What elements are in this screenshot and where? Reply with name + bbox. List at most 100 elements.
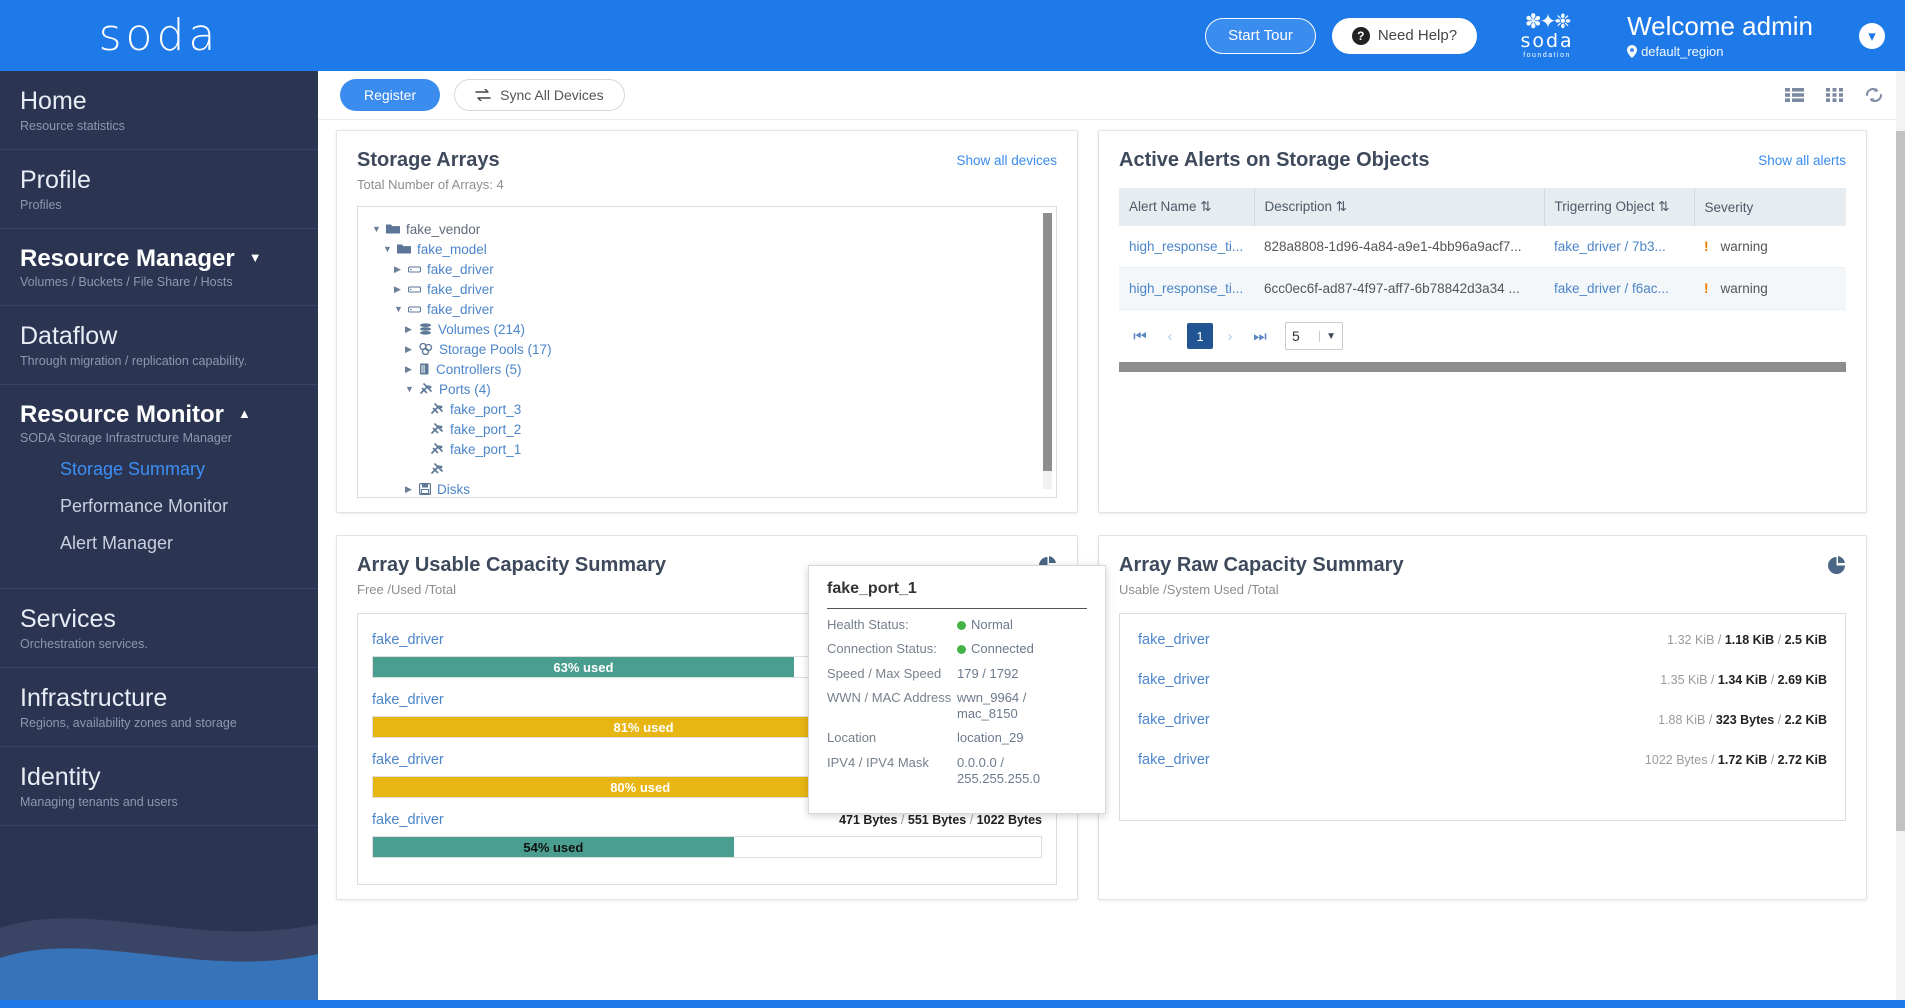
tree-node[interactable]: ▼ fake_driver — [368, 299, 1056, 319]
caret-down-icon[interactable]: ▼ — [394, 304, 408, 314]
tree-node[interactable]: ▼ fake_vendor — [368, 219, 1056, 239]
page-scrollbar[interactable] — [1896, 71, 1905, 1008]
chevron-up-icon[interactable]: ▲ — [238, 406, 251, 422]
array-name-link[interactable]: fake_driver — [372, 632, 444, 648]
brand-logo[interactable]: soda — [0, 0, 318, 71]
caret-right-icon[interactable]: ▶ — [394, 284, 408, 295]
need-help-button[interactable]: ? Need Help? — [1331, 17, 1478, 54]
sort-icon[interactable]: ⇅ — [1658, 199, 1669, 214]
wave-svg — [0, 918, 318, 1008]
pagination-first-button[interactable]: ⏮ — [1127, 323, 1153, 349]
grid-view-icon[interactable] — [1826, 87, 1843, 103]
sidebar-submenu-resource-monitor: Storage Summary Performance Monitor Alert … — [20, 445, 318, 572]
tree-node[interactable]: fake_port_1 — [368, 439, 1056, 459]
tree-scrollbar-thumb[interactable] — [1043, 213, 1052, 471]
tree-node[interactable]: ▶ Controllers (5) — [368, 359, 1056, 379]
progress-label: 63% used — [553, 659, 614, 675]
column-header-description[interactable]: Description ⇅ — [1254, 188, 1545, 226]
alert-name-link[interactable]: high_response_ti... — [1129, 281, 1243, 296]
sidebar-item-sublabel: Volumes / Buckets / File Share / Hosts — [20, 275, 233, 290]
caret-down-icon[interactable]: ▼ — [405, 384, 419, 394]
tree-node[interactable]: ▶ Volumes (214) — [368, 319, 1056, 339]
tree-node[interactable]: ▼ Ports (4) — [368, 379, 1056, 399]
column-header-alert-name[interactable]: Alert Name ⇅ — [1119, 188, 1255, 226]
page-size-select[interactable]: 5 ▼ — [1285, 322, 1343, 350]
array-name-link[interactable]: fake_driver — [1138, 672, 1210, 688]
pagination-page-1[interactable]: 1 — [1187, 323, 1213, 349]
tooltip-key: Connection Status: — [827, 641, 937, 657]
sidebar-item-services[interactable]: Services Orchestration services. — [0, 589, 318, 669]
caret-down-icon[interactable]: ▼ — [383, 244, 397, 254]
status-badge: warning — [1720, 239, 1768, 254]
toolbar-view-controls — [1785, 87, 1883, 103]
sidebar-item-dataflow[interactable]: Dataflow Through migration / replication … — [0, 306, 318, 385]
tooltip-row: Speed / Max Speed 179 / 1792 — [827, 658, 1087, 682]
tree-node[interactable]: ▶ Disks — [368, 479, 1056, 497]
array-name-link[interactable]: fake_driver — [372, 692, 444, 708]
column-header-triggering-object[interactable]: Trigerring Object ⇅ — [1544, 188, 1695, 226]
chevron-down-icon[interactable]: ▼ — [1319, 330, 1336, 342]
sidebar-item-profile[interactable]: Profile Profiles — [0, 150, 318, 229]
refresh-icon[interactable] — [1865, 87, 1883, 103]
caret-right-icon[interactable]: ▶ — [405, 324, 419, 335]
capacity-values: 1022 Bytes / 1.72 KiB / 2.72 KiB — [1644, 753, 1827, 767]
controllers-icon — [419, 363, 430, 375]
caret-down-icon[interactable]: ▼ — [372, 224, 386, 234]
tooltip-rows: Health Status: Normal Connection Status: Co… — [827, 609, 1087, 787]
sidebar-item-infrastructure[interactable]: Infrastructure Regions, availability zone… — [0, 668, 318, 747]
tree-node[interactable]: ▶ fake_driver — [368, 279, 1056, 299]
sidebar-item-label: Resource Monitor ▲ — [20, 400, 251, 428]
pagination-next-button[interactable]: › — [1217, 323, 1243, 349]
sidebar-item-identity[interactable]: Identity Managing tenants and users — [0, 747, 318, 826]
pagination-prev-button[interactable]: ‹ — [1157, 323, 1183, 349]
tooltip-row: WWN / MAC Address wwn_9964 / mac_8150 — [827, 682, 1087, 723]
caret-right-icon[interactable]: ▶ — [405, 344, 419, 355]
user-welcome: Welcome admin default_region — [1627, 10, 1813, 59]
caret-right-icon[interactable]: ▶ — [394, 264, 408, 275]
column-header-severity[interactable]: Severity — [1694, 188, 1846, 226]
tree-node[interactable]: ▼ fake_model — [368, 239, 1056, 259]
port-icon — [430, 423, 444, 435]
page-scrollbar-thumb[interactable] — [1896, 131, 1905, 831]
list-view-icon[interactable] — [1785, 87, 1804, 103]
sidebar-item-resource-manager[interactable]: Resource Manager ▼ Volumes / Buckets / Fil… — [0, 229, 318, 307]
sync-all-devices-button[interactable]: Sync All Devices — [454, 79, 625, 111]
sidebar-item-home[interactable]: Home Resource statistics — [0, 71, 318, 150]
alert-name-link[interactable]: high_response_ti... — [1129, 239, 1243, 254]
pie-chart-icon[interactable] — [1827, 556, 1846, 580]
app-header: soda Start Tour ? Need Help? ✽✦❉ soda fo… — [0, 0, 1905, 71]
sidebar-item-resource-monitor[interactable]: Resource Monitor ▲ SODA Storage Infrastruc… — [0, 385, 318, 590]
pagination-last-button[interactable]: ⏭ — [1247, 323, 1273, 349]
tree-node[interactable]: ▶ fake_driver — [368, 259, 1056, 279]
tooltip-value: location_29 — [957, 730, 1024, 746]
tree-node[interactable] — [368, 459, 1056, 479]
array-name-link[interactable]: fake_driver — [1138, 632, 1210, 648]
tree-node[interactable]: fake_port_3 — [368, 399, 1056, 419]
register-button[interactable]: Register — [340, 79, 441, 111]
tree-node[interactable]: fake_port_2 — [368, 419, 1056, 439]
array-name-link[interactable]: fake_driver — [1138, 712, 1210, 728]
array-name-link[interactable]: fake_driver — [1138, 752, 1210, 768]
caret-right-icon[interactable]: ▶ — [405, 484, 419, 495]
list-item: fake_driver 1.35 KiB / 1.34 KiB / 2.69 Ki… — [1134, 660, 1831, 700]
user-menu-chevron-down-icon[interactable]: ▾ — [1859, 22, 1885, 49]
chevron-down-icon[interactable]: ▼ — [249, 250, 262, 266]
sidebar-item-performance-monitor[interactable]: Performance Monitor — [20, 488, 318, 525]
tree-scrollbar[interactable] — [1043, 213, 1052, 489]
sidebar-item-storage-summary[interactable]: Storage Summary — [20, 451, 318, 488]
start-tour-button[interactable]: Start Tour — [1205, 17, 1316, 54]
welcome-title: Welcome admin — [1627, 10, 1813, 41]
caret-right-icon[interactable]: ▶ — [405, 364, 419, 375]
tree-node[interactable]: ▶ Storage Pools (17) — [368, 339, 1056, 359]
sidebar-item-alert-manager[interactable]: Alert Manager — [20, 525, 318, 562]
alerts-horizontal-scrollbar[interactable] — [1119, 362, 1846, 372]
sort-icon[interactable]: ⇅ — [1200, 199, 1211, 214]
bottom-accent-bar — [0, 1000, 1905, 1008]
triggering-object-link[interactable]: fake_driver / 7b3... — [1554, 239, 1666, 254]
array-name-link[interactable]: fake_driver — [372, 752, 444, 768]
show-all-devices-link[interactable]: Show all devices — [956, 153, 1057, 168]
show-all-alerts-link[interactable]: Show all alerts — [1758, 153, 1846, 168]
sort-icon[interactable]: ⇅ — [1336, 199, 1347, 214]
triggering-object-link[interactable]: fake_driver / f6ac... — [1554, 281, 1669, 296]
array-name-link[interactable]: fake_driver — [372, 812, 444, 828]
